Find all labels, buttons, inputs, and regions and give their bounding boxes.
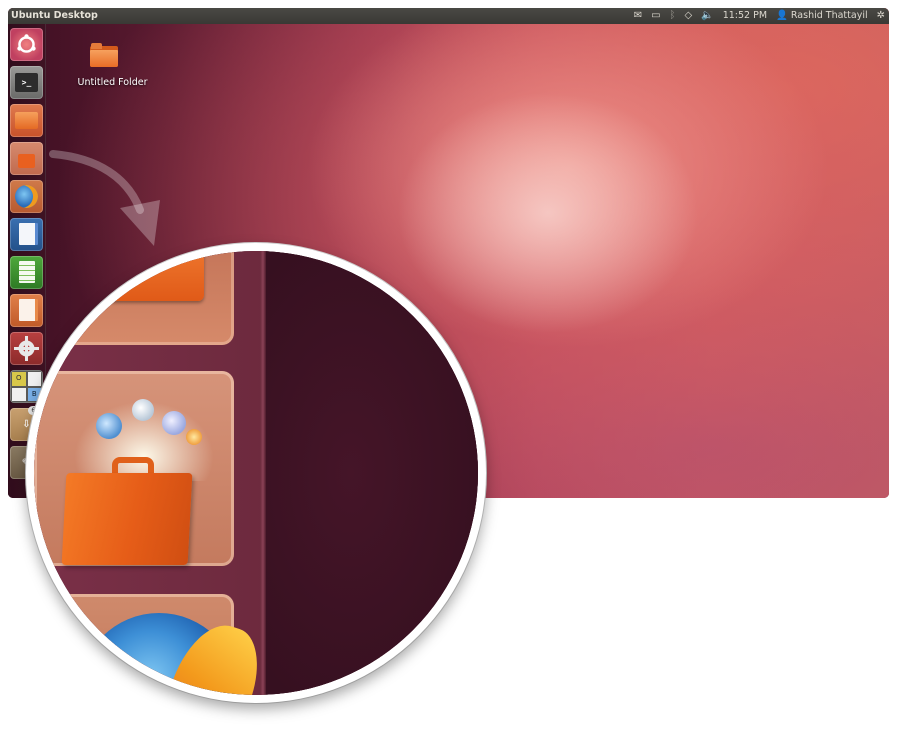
workspace-1: O	[12, 372, 26, 386]
curved-arrow-icon	[49, 150, 160, 246]
zoomed-folder-icon	[34, 251, 204, 301]
zoomed-spark-icon	[186, 429, 202, 445]
launcher-firefox[interactable]	[10, 180, 43, 213]
calc-icon	[19, 261, 35, 283]
user-menu[interactable]: 👤 Rashid Thattayil	[776, 8, 868, 24]
volume-icon[interactable]: 🔈	[701, 8, 713, 24]
launcher-edge	[260, 251, 266, 695]
zoomed-disc-icon	[162, 411, 186, 435]
launcher-terminal[interactable]: >_	[10, 66, 43, 99]
top-panel: Ubuntu Desktop ✉ ▭ ᛒ ◇ 🔈 11:52 PM 👤 Rash…	[8, 8, 889, 24]
ubuntu-logo-icon	[17, 34, 36, 53]
user-name: Rashid Thattayil	[790, 10, 868, 21]
launcher-home-folder[interactable]	[10, 104, 43, 137]
user-icon: 👤	[776, 10, 788, 21]
wifi-icon[interactable]: ◇	[685, 8, 693, 24]
bluetooth-icon[interactable]: ᛒ	[670, 8, 676, 24]
launcher-dash-home[interactable]	[10, 28, 43, 61]
window-title: Ubuntu Desktop	[11, 10, 98, 21]
zoomed-shopping-bag-icon	[61, 457, 194, 565]
shopping-bag-icon	[18, 154, 35, 168]
indicator-tray: ✉ ▭ ᛒ ◇ 🔈 11:52 PM 👤 Rashid Thattayil ✲	[634, 8, 885, 24]
battery-icon[interactable]: ▭	[651, 8, 660, 24]
clock[interactable]: 11:52 PM	[723, 8, 767, 24]
zoomed-gem-icon	[132, 399, 154, 421]
terminal-icon: >_	[21, 78, 32, 87]
desktop-folder-icon[interactable]	[90, 43, 118, 67]
gear-icon[interactable]: ✲	[877, 8, 885, 24]
magnifier-callout	[26, 243, 486, 703]
launcher-libreoffice-writer[interactable]	[10, 218, 43, 251]
launcher-ubuntu-software-center[interactable]	[10, 142, 43, 175]
zoomed-globe-icon	[96, 413, 122, 439]
folder-icon	[15, 112, 38, 129]
mail-icon[interactable]: ✉	[634, 8, 642, 24]
magnifier-lens	[34, 251, 478, 695]
zoomed-home-folder-tile	[34, 251, 234, 345]
firefox-icon	[15, 185, 38, 208]
writer-icon	[19, 223, 38, 245]
desktop-folder-label[interactable]: Untitled Folder	[70, 77, 155, 88]
